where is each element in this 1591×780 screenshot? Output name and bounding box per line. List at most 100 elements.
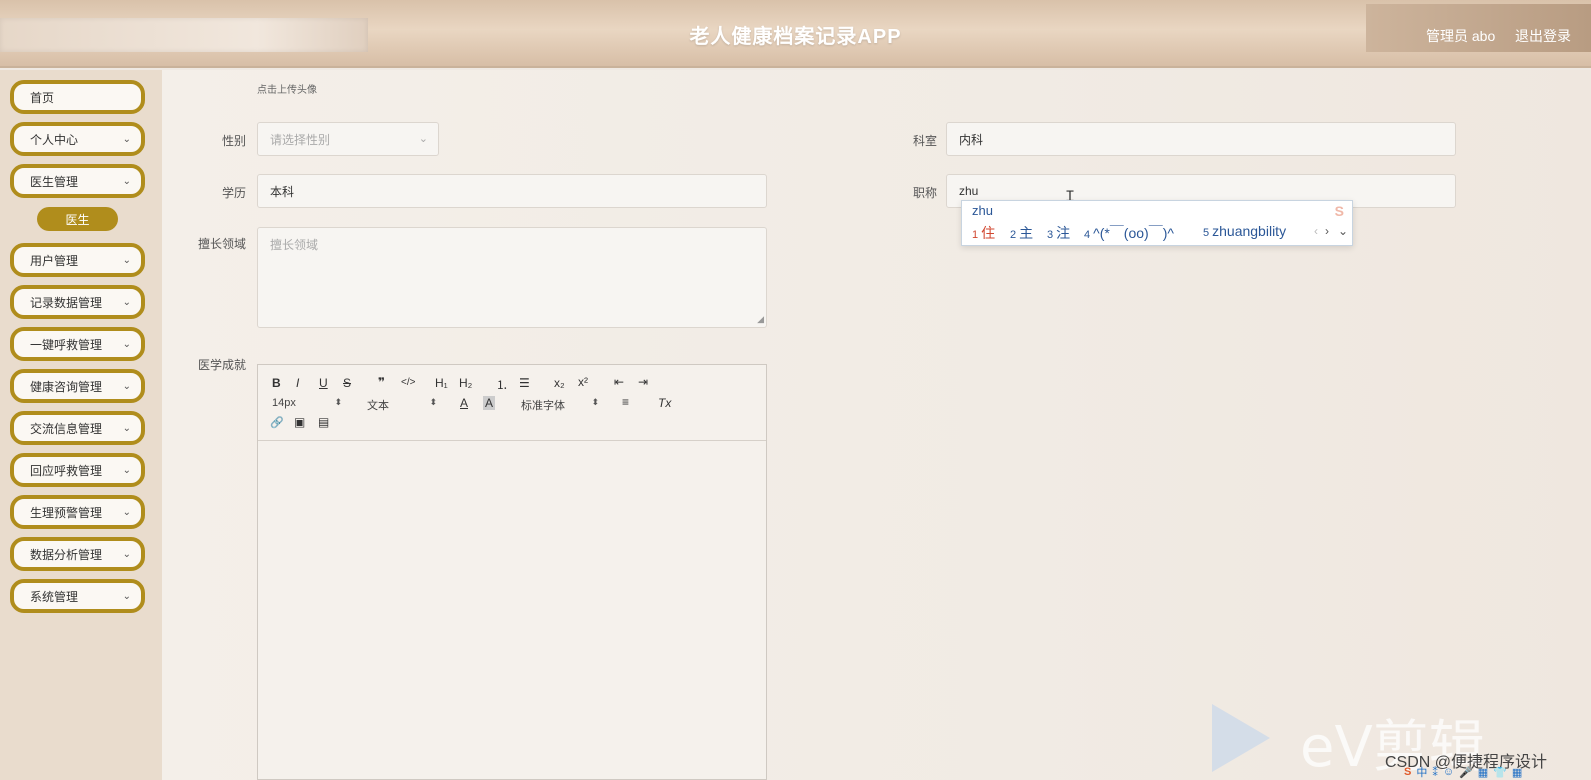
indent-icon[interactable]: ⇥ — [638, 375, 648, 389]
image-icon[interactable]: ▣ — [294, 415, 305, 429]
sidebar: 首页 个人中心 ⌄ 医生管理 ⌄ 医生 用户管理 ⌄ 记录数据管理 ⌄ 一键呼救… — [0, 70, 162, 780]
system-tray: S 中 ⁑ ☺ 🎤 ▦ 👕 ▦ — [1404, 764, 1591, 780]
ime-candidate-text: 注 — [1056, 225, 1071, 241]
app-title: 老人健康档案记录APP — [689, 26, 902, 48]
ime-candidate-num: 5 — [1203, 227, 1210, 239]
specialty-label: 擅长领域 — [197, 237, 246, 251]
chevron-down-icon: ⌄ — [122, 176, 131, 187]
subscript-icon[interactable]: x₂ — [554, 376, 565, 390]
sidebar-item-home[interactable]: 首页 — [10, 80, 145, 114]
sidebar-item-doctor-management[interactable]: 医生管理 ⌄ — [10, 164, 145, 198]
sidebar-item-health-consult-management[interactable]: 健康咨询管理 ⌄ — [10, 369, 145, 403]
rich-text-editor: B I U S ❞ </> H₁ H₂ ⒈ ☰ x₂ x² ⇤ ⇥ 14px ⬍… — [257, 364, 767, 780]
font-color-icon[interactable]: A — [460, 396, 468, 410]
italic-icon[interactable]: I — [296, 376, 299, 390]
specialty-textarea[interactable]: 擅长领域 ◢ — [257, 227, 767, 328]
bold-icon[interactable]: B — [272, 376, 281, 390]
sidebar-item-label: 健康咨询管理 — [30, 379, 103, 394]
select-arrows-icon: ⬍ — [334, 397, 342, 407]
background-color-icon[interactable]: A — [483, 396, 496, 410]
microphone-icon[interactable]: 🎤 — [1459, 766, 1473, 779]
ime-candidate[interactable]: 3注 — [1047, 223, 1070, 243]
department-label: 科室 — [912, 134, 937, 148]
department-input[interactable]: 内科 — [946, 122, 1456, 156]
blockquote-icon[interactable]: ❞ — [378, 375, 385, 389]
font-family-select[interactable]: 标准字体 ⬍ — [521, 397, 599, 413]
gender-select-placeholder: 请选择性别 — [270, 132, 331, 147]
keyboard-icon[interactable]: ▦ — [1478, 766, 1488, 779]
font-size-select[interactable]: 14px ⬍ — [272, 397, 342, 409]
sidebar-item-label: 回应呼救管理 — [30, 463, 103, 478]
ime-candidate-num: 1 — [972, 229, 979, 241]
chevron-down-icon: ⌄ — [122, 507, 131, 518]
align-icon[interactable]: ≡ — [622, 395, 629, 409]
sidebar-item-exchange-info-management[interactable]: 交流信息管理 ⌄ — [10, 411, 145, 445]
logout-link[interactable]: 退出登录 — [1515, 26, 1571, 46]
sidebar-subitem-doctor[interactable]: 医生 — [37, 207, 118, 231]
user-label: 管理员 abo — [1426, 28, 1496, 44]
skin-icon[interactable]: 👕 — [1493, 766, 1507, 779]
emoji-icon[interactable]: ☺ — [1443, 766, 1454, 778]
ime-candidate-popup: zhu S 1住 2主 3注 4 ^(*￣(oo)￣)^ 5 zhuangbilit… — [961, 200, 1353, 246]
avatar-upload-hint[interactable]: 点击上传头像 — [257, 81, 317, 96]
gender-select[interactable]: 请选择性别 ⌄ — [257, 122, 439, 156]
chevron-down-icon: ⌄ — [122, 297, 131, 308]
language-indicator[interactable]: 中 — [1416, 764, 1427, 780]
ime-candidate-text: 主 — [1019, 225, 1034, 241]
video-icon[interactable]: ▤ — [318, 415, 329, 429]
ime-candidate-text: ^(*￣(oo)￣)^ — [1093, 225, 1174, 241]
ime-candidate-num: 2 — [1010, 229, 1017, 241]
heading1-icon[interactable]: H₁ — [435, 376, 448, 390]
sidebar-item-system-management[interactable]: 系统管理 ⌄ — [10, 579, 145, 613]
sidebar-item-personal-center[interactable]: 个人中心 ⌄ — [10, 122, 145, 156]
sidebar-item-record-data-management[interactable]: 记录数据管理 ⌄ — [10, 285, 145, 319]
select-arrows-icon: ⬍ — [429, 397, 437, 407]
watermark-play-icon — [1212, 704, 1270, 772]
bullet-list-icon[interactable]: ☰ — [519, 376, 530, 390]
link-icon[interactable]: 🔗 — [270, 416, 284, 429]
specialty-placeholder: 擅长领域 — [270, 238, 319, 252]
ime-prev-page-icon[interactable]: ‹ — [1314, 224, 1318, 238]
sidebar-item-label: 个人中心 — [30, 132, 79, 147]
underline-icon[interactable]: U — [319, 376, 328, 390]
chevron-down-icon: ⌄ — [122, 549, 131, 560]
ime-candidate[interactable]: 5 zhuangbility — [1203, 223, 1286, 239]
ime-logo-icon: S — [1334, 203, 1344, 219]
ime-candidate-text: 住 — [981, 225, 996, 241]
sidebar-item-label: 交流信息管理 — [30, 421, 103, 436]
grid-icon[interactable]: ▦ — [1512, 766, 1522, 779]
ordered-list-icon[interactable]: ⒈ — [496, 376, 508, 393]
chevron-down-icon: ⌄ — [122, 423, 131, 434]
chevron-down-icon: ⌄ — [122, 591, 131, 602]
sidebar-item-emergency-call-management[interactable]: 一键呼救管理 ⌄ — [10, 327, 145, 361]
chevron-down-icon: ⌄ — [122, 465, 131, 476]
sidebar-item-physio-warning-management[interactable]: 生理预警管理 ⌄ — [10, 495, 145, 529]
education-input[interactable]: 本科 — [257, 174, 767, 208]
block-type-select[interactable]: 文本 ⬍ — [367, 397, 437, 413]
ime-expand-icon[interactable]: ⌄ — [1338, 224, 1348, 238]
chevron-down-icon: ⌄ — [122, 381, 131, 392]
strikethrough-icon[interactable]: S — [343, 376, 351, 390]
punctuation-icon[interactable]: ⁑ — [1432, 766, 1438, 779]
sidebar-item-label: 生理预警管理 — [30, 505, 103, 520]
clear-format-icon[interactable]: Tx — [658, 396, 671, 410]
ime-candidate[interactable]: 2主 — [1010, 223, 1033, 243]
outdent-icon[interactable]: ⇤ — [614, 375, 624, 389]
heading2-icon[interactable]: H₂ — [459, 376, 472, 390]
ime-candidate-text: zhuangbility — [1212, 223, 1287, 239]
chevron-down-icon: ⌄ — [122, 339, 131, 350]
ime-candidate[interactable]: 4 ^(*￣(oo)￣)^ — [1084, 223, 1174, 243]
achievements-label: 医学成就 — [197, 358, 246, 372]
resize-grip-icon[interactable]: ◢ — [757, 314, 764, 325]
ime-candidate[interactable]: 1住 — [972, 223, 995, 243]
sidebar-item-response-call-management[interactable]: 回应呼救管理 ⌄ — [10, 453, 145, 487]
editor-content-area[interactable] — [258, 442, 766, 780]
education-label: 学历 — [221, 186, 246, 200]
ime-next-page-icon[interactable]: › — [1325, 224, 1329, 238]
sidebar-item-data-analysis-management[interactable]: 数据分析管理 ⌄ — [10, 537, 145, 571]
chevron-down-icon: ⌄ — [418, 133, 428, 145]
sidebar-item-user-management[interactable]: 用户管理 ⌄ — [10, 243, 145, 277]
superscript-icon[interactable]: x² — [578, 375, 588, 389]
code-icon[interactable]: </> — [401, 377, 415, 388]
ime-tray-icon[interactable]: S — [1404, 766, 1411, 778]
